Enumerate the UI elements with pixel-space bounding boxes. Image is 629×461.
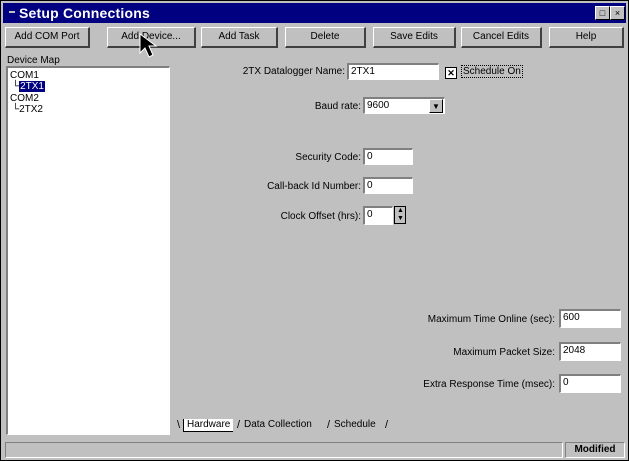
title-bar[interactable]: Setup Connections □ × [3, 3, 626, 23]
status-bar: Modified [3, 442, 626, 458]
schedule-on-label: Schedule On [461, 65, 523, 78]
max-packet-size-field[interactable]: 2048 [559, 342, 621, 361]
hardware-panel: 2TX Datalogger Name: 2TX1 ✕ Schedule On … [175, 55, 623, 421]
tab-divider: / [237, 419, 241, 431]
tree-item-label: 2TX1 [19, 81, 45, 92]
toolbar: Add COM Port Add Device... Add Task Dele… [3, 27, 626, 49]
cancel-edits-button[interactable]: Cancel Edits [461, 27, 542, 48]
delete-button[interactable]: Delete [285, 27, 366, 48]
clock-offset-label: Clock Offset (hrs): [280, 211, 361, 222]
schedule-on-checkbox[interactable]: ✕ [445, 67, 457, 79]
status-panel-main [5, 442, 563, 458]
max-time-online-field[interactable]: 600 [559, 309, 621, 328]
add-task-button[interactable]: Add Task [201, 27, 278, 48]
device-map-tree[interactable]: COM1 └2TX1 COM2 └2TX2 [6, 66, 170, 435]
help-button[interactable]: Help [549, 27, 624, 48]
tab-divider: / [327, 419, 331, 431]
tree-item-com1[interactable]: COM1 [10, 70, 39, 81]
tab-divider: \ [177, 419, 181, 431]
save-edits-button[interactable]: Save Edits [373, 27, 456, 48]
chevron-down-icon[interactable]: ▼ [429, 99, 443, 113]
mouse-pointer-icon [139, 33, 158, 58]
tab-data-collection[interactable]: Data Collection [241, 419, 315, 431]
clock-offset-field[interactable]: 0 [363, 206, 393, 225]
clock-offset-spinner[interactable]: ▲ ▼ [394, 206, 406, 224]
tree-item-2tx2[interactable]: └2TX2 [12, 104, 43, 115]
close-button[interactable]: × [610, 6, 625, 20]
max-packet-size-label: Maximum Packet Size: [453, 347, 555, 358]
baud-rate-label: Baud rate: [314, 101, 361, 112]
spin-up-icon[interactable]: ▲ [397, 207, 404, 214]
setup-connections-window: Setup Connections □ × Add COM Port Add D… [0, 0, 629, 461]
schedule-on-label-wrap: Schedule On [461, 65, 523, 78]
datalogger-name-field[interactable]: 2TX1 [347, 63, 439, 80]
tree-item-com2[interactable]: COM2 [10, 93, 39, 104]
security-code-field[interactable]: 0 [363, 148, 413, 165]
tab-hardware[interactable]: Hardware [183, 419, 234, 432]
window-title: Setup Connections [19, 5, 150, 21]
add-com-port-button[interactable]: Add COM Port [5, 27, 90, 48]
status-modified: Modified [565, 442, 625, 458]
device-map-label: Device Map [7, 55, 60, 66]
tab-divider: / [385, 419, 389, 431]
datalogger-name-label: 2TX Datalogger Name: [242, 66, 345, 77]
tree-item-2tx1[interactable]: └2TX1 [12, 81, 45, 92]
callback-id-label: Call-back Id Number: [267, 181, 361, 192]
tab-schedule[interactable]: Schedule [331, 419, 379, 431]
spin-down-icon[interactable]: ▼ [397, 215, 404, 222]
max-time-online-label: Maximum Time Online (sec): [427, 314, 555, 325]
extra-response-time-field[interactable]: 0 [559, 374, 621, 393]
system-menu-icon[interactable] [9, 11, 15, 13]
security-code-label: Security Code: [295, 152, 361, 163]
callback-id-field[interactable]: 0 [363, 177, 413, 194]
tree-item-label: 2TX2 [19, 104, 43, 115]
maximize-button[interactable]: □ [595, 6, 610, 20]
extra-response-time-label: Extra Response Time (msec): [423, 379, 555, 390]
